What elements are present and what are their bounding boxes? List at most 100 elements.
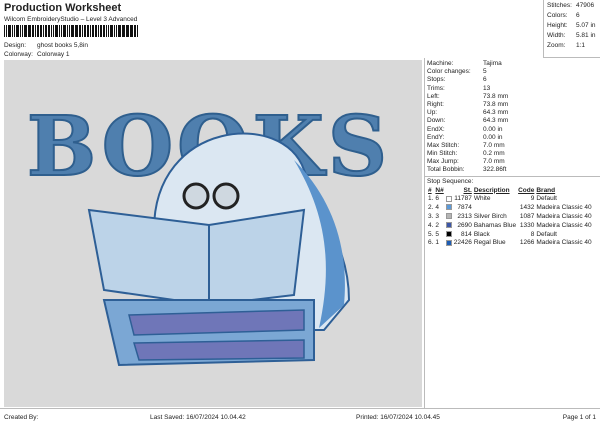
description: Regal Blue: [473, 239, 506, 247]
table-row: 4. 2 2690 Bahamas Blue 1330 Madeira Classic 4…: [427, 221, 593, 230]
description: [473, 203, 517, 212]
code: 9: [530, 195, 535, 203]
table-row: 3. 3 2313 Silver Birch 1087 Madeira Classic 4…: [427, 212, 593, 221]
needle: 4: [435, 204, 440, 212]
last-saved: Last Saved: 16/07/2024 10.04.42: [150, 414, 246, 421]
info-row-value: 322.86ft: [483, 166, 507, 174]
stop-sequence-table: # N# St. Description Code Brand 1. 6 11787 White 9…: [427, 186, 593, 248]
color-swatch: [445, 195, 452, 202]
swatch-cell: [445, 221, 453, 230]
barcode-bar: [52, 25, 55, 37]
info-row-value: 5: [483, 68, 487, 76]
brand: Madeira Classic 40: [536, 204, 592, 212]
needle: 6: [435, 195, 440, 203]
barcode-bar: [55, 25, 58, 37]
stop-num: 5.: [428, 230, 434, 238]
info-row-value: 64.3 mm: [483, 109, 509, 117]
stop-num: 3.: [428, 212, 434, 220]
needle: 1: [435, 239, 440, 247]
design-preview: BOOKS: [4, 60, 422, 407]
color-swatch: [445, 204, 452, 211]
info-row-label: Max Stitch:: [427, 141, 460, 149]
info-row-label: Color changes:: [427, 68, 471, 76]
barcode-bar: [137, 25, 139, 37]
swatch-cell: [445, 203, 453, 212]
color-swatch: [445, 230, 452, 237]
info-row-label: Left:: [427, 92, 440, 100]
stop-sequence-title: Stop Sequence:: [425, 175, 600, 186]
info-row-label: Max Jump:: [427, 158, 459, 166]
barcode-bar: [121, 25, 123, 37]
barcode-bar: [71, 25, 74, 37]
column-header: Brand: [536, 186, 556, 194]
open-book: [87, 208, 306, 307]
barcode-bar: [98, 25, 99, 37]
barcode-bar: [99, 25, 102, 37]
barcode-bar: [37, 25, 39, 37]
stop-num: 6.: [428, 239, 434, 247]
barcode-bar: [21, 25, 24, 37]
barcode-bar: [29, 25, 31, 37]
barcode-bar: [24, 25, 27, 37]
stat-row: Width: 5.81 in: [547, 32, 600, 42]
stop-num: 1.: [428, 195, 434, 203]
barcode-bar: [115, 25, 118, 37]
info-row: Color changes: 5: [425, 68, 600, 76]
swatch-cell: [445, 212, 453, 221]
barcode-bar: [68, 25, 71, 37]
stat-row-value: 6: [576, 12, 580, 19]
barcode-bar: [19, 25, 21, 37]
info-row: Left: 73.8 mm: [425, 93, 600, 101]
stat-row-label: Colors:: [547, 12, 568, 19]
info-panel: Machine: Tajima Color changes: 5 Stops: 6 Trim…: [424, 58, 600, 408]
column-header: St.: [463, 186, 472, 194]
info-row-label: EndY:: [427, 133, 445, 141]
barcode-bar: [47, 25, 51, 37]
stat-row-label: Stitches:: [547, 2, 572, 9]
info-row-label: Stops:: [427, 76, 446, 84]
stitches: 2690: [457, 221, 472, 229]
description: Black: [473, 230, 490, 238]
barcode-bar: [84, 25, 86, 37]
info-row: Stops: 6: [425, 76, 600, 84]
info-row-label: EndX:: [427, 125, 445, 133]
stitches: 2313: [457, 212, 472, 220]
info-row-value: 64.3 mm: [483, 117, 509, 125]
barcode-bar: [45, 25, 47, 37]
stitches: 11787: [454, 195, 472, 203]
stat-row-label: Height:: [547, 22, 568, 29]
barcode-bar: [11, 25, 13, 37]
stitches: 22426: [453, 239, 472, 247]
info-row: Min Stitch: 0.2 mm: [425, 150, 600, 158]
barcode-bar: [90, 25, 92, 37]
barcode-bar: [63, 25, 66, 37]
stat-row-label: Width:: [547, 32, 566, 39]
info-row-value: 6: [483, 76, 487, 84]
barcode-bar: [92, 25, 94, 37]
created-by: Created By:: [4, 414, 39, 421]
info-row-value: 0.2 mm: [483, 150, 505, 158]
barcode-bar: [131, 25, 133, 37]
barcode-bar: [133, 25, 137, 37]
barcode-bar: [60, 25, 63, 37]
barcode-bar: [86, 25, 90, 37]
info-row-value: 0.00 in: [483, 125, 503, 133]
brand: Madeira Classic 40: [536, 239, 592, 247]
swatch-cell: [445, 230, 453, 239]
page-number: Page 1 of 1: [562, 414, 596, 421]
brand: Default: [536, 195, 557, 203]
brand: Madeira Classic 40: [536, 221, 592, 229]
info-row: Trims: 13: [425, 85, 600, 93]
design-row: Design: ghost books 5,8in: [4, 42, 88, 49]
stat-row-label: Zoom:: [547, 42, 566, 49]
column-header: N#: [435, 186, 444, 194]
barcode-bar: [129, 25, 131, 37]
info-row-label: Total Bobbin:: [427, 166, 465, 174]
color-swatch: [445, 213, 452, 220]
info-row-value: Tajima: [483, 60, 502, 67]
footer: Created By: Last Saved: 16/07/2024 10.04…: [0, 408, 600, 424]
table-row: 5. 5 814 Black 8 Default: [427, 230, 593, 239]
table-row: 2. 4 7874 1432 Madeira Classic 40: [427, 203, 593, 212]
info-row: Machine: Tajima: [425, 60, 600, 68]
color-swatch: [445, 221, 452, 228]
